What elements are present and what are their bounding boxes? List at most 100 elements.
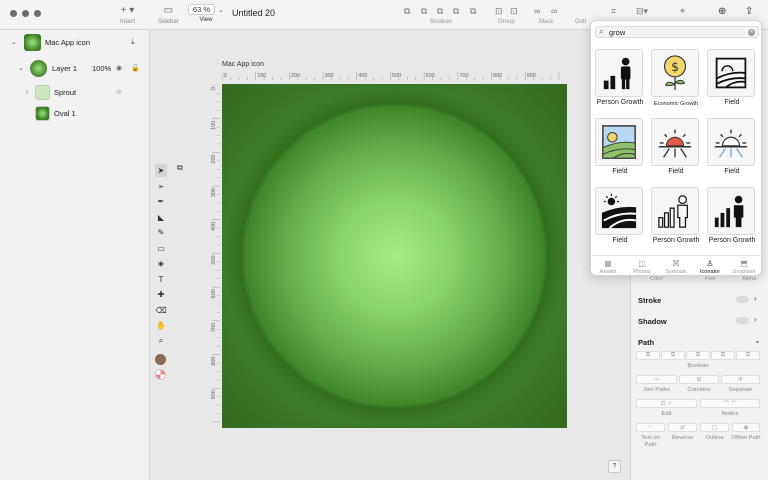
knife-tool-icon[interactable]: ✚ <box>155 288 167 301</box>
ruler-label: 400 <box>211 222 217 231</box>
mask-icon[interactable]: ∞ <box>534 6 540 16</box>
select-tool-icon[interactable]: ➤ <box>155 164 167 177</box>
layer-row-layer1[interactable]: ⌄ Layer 1 100% ◉ 🔓 <box>0 58 150 78</box>
separate-button[interactable]: ✣ <box>721 375 760 384</box>
chevron-right-icon[interactable]: › <box>754 315 757 324</box>
clear-search-icon[interactable]: ✕ <box>748 29 755 36</box>
tab-iconator[interactable]: ♙ Iconator <box>694 259 726 275</box>
icon-result[interactable]: Field <box>595 118 645 178</box>
icon-result[interactable]: Field <box>707 49 757 109</box>
flatten-button[interactable]: ⧉ <box>736 351 760 360</box>
text-on-path-button[interactable]: ⌢ <box>636 423 665 432</box>
subtract-icon[interactable]: ⧉ <box>437 6 443 17</box>
difference-icon[interactable]: ⧉ <box>470 6 476 17</box>
rectangle-tool-icon[interactable]: ▭ <box>155 242 167 255</box>
sidebar-toggle-button[interactable]: ▭ Sidebar <box>158 5 179 26</box>
tab-photos[interactable]: ◫ Photos <box>626 259 658 275</box>
stroke-toggle[interactable] <box>736 296 749 303</box>
direct-select-tool-icon[interactable]: ➢ <box>155 180 167 193</box>
combine-button[interactable]: ⊞ <box>679 375 719 384</box>
layer-row-artboard[interactable]: ⌄ Mac App icon ⤓ <box>0 32 150 52</box>
zoom-value[interactable]: 63 % <box>188 4 216 15</box>
intersect-button[interactable]: ⧉ <box>686 351 710 360</box>
join-paths-button[interactable]: ⊸ <box>636 375 677 384</box>
tab-symbols[interactable]: ⌘ Symbols <box>660 259 692 275</box>
nodes-button[interactable]: ⌒ ⌒ <box>700 399 760 408</box>
icon-result[interactable]: $ Economic Growth <box>651 49 701 109</box>
layer-row-sprout[interactable]: › Sprout ⊘ <box>0 82 150 102</box>
icon-result[interactable]: Field <box>651 118 701 178</box>
pen-tool-icon[interactable]: ✒ <box>155 195 167 208</box>
artboard-title[interactable]: Mac App icon <box>222 61 264 68</box>
icon-result[interactable]: Field <box>595 187 645 247</box>
unmask-icon[interactable]: ∞ <box>551 6 557 16</box>
pin-icon[interactable]: ⌖ <box>680 6 685 17</box>
camera-icon: ◫ <box>638 259 646 268</box>
ruler-label: 500 <box>392 73 401 79</box>
iconator-popover: ⌕ ✕ Person Growth $ E <box>590 20 763 276</box>
vector-tool-icon[interactable]: ◣ <box>155 211 167 224</box>
chevron-down-icon[interactable]: ⌄ <box>11 38 17 46</box>
zoom-control[interactable]: 63 % ⌄ View <box>188 4 224 24</box>
offset-path-button[interactable]: ◉ <box>732 423 760 432</box>
outline-button[interactable]: ▢ <box>700 423 729 432</box>
shadow-toggle[interactable] <box>736 317 749 324</box>
hand-tool-icon[interactable]: ✋ <box>155 319 167 332</box>
close-window-button[interactable] <box>10 10 17 17</box>
insert-button[interactable]: + ▾ Insert <box>120 5 135 26</box>
tab-assets[interactable]: ▦ Assets <box>592 259 624 275</box>
eye-icon[interactable]: ◉ <box>116 64 122 72</box>
chevron-right-icon[interactable]: › <box>26 89 28 96</box>
ruler-label: 600 <box>426 73 435 79</box>
chevron-right-icon[interactable]: › <box>754 294 757 303</box>
intersect-icon[interactable]: ⧉ <box>453 6 459 17</box>
search-input[interactable] <box>609 28 749 37</box>
search-field[interactable]: ⌕ ✕ <box>595 26 759 38</box>
share-icon[interactable]: ⇪ <box>745 6 753 17</box>
oval-shape[interactable] <box>245 106 545 406</box>
brush-tool-icon[interactable]: ✎ <box>155 226 167 239</box>
add-plugin-icon[interactable]: ⊕ <box>718 6 726 17</box>
icon-result[interactable]: Field <box>707 118 757 178</box>
lock-icon[interactable]: 🔓 <box>131 64 140 72</box>
ruler-label: 200 <box>291 73 300 79</box>
symbols-icon: ⌘ <box>672 259 680 268</box>
minimize-window-button[interactable] <box>22 10 29 17</box>
zoom-window-button[interactable] <box>34 10 41 17</box>
eye-hidden-icon[interactable]: ⊘ <box>116 88 122 96</box>
tab-unsplash[interactable]: ⬒ Unsplash <box>728 259 760 275</box>
crop-icon[interactable]: ⌗ <box>611 6 616 17</box>
edit-button[interactable]: ⊡ ✓ <box>636 399 697 408</box>
icon-result[interactable]: Person Growth <box>651 187 701 247</box>
opacity-value[interactable]: 100% <box>92 64 111 73</box>
eraser-tool-icon[interactable]: ⌫ <box>155 304 167 317</box>
icon-result[interactable]: Person Growth <box>595 49 645 109</box>
stroke-color-swatch[interactable] <box>155 353 166 365</box>
layer-row-oval[interactable]: Oval 1 <box>0 103 150 123</box>
subtract-button[interactable]: ⧉ <box>661 351 685 360</box>
ungroup-icon[interactable]: ⊡ <box>510 6 518 17</box>
chevron-down-icon[interactable]: ⌄ <box>18 64 24 72</box>
duplicate-icon[interactable]: ⧉ <box>177 163 183 173</box>
ruler-label: 0 <box>211 87 217 90</box>
fill-color-swatch[interactable] <box>155 368 166 380</box>
help-button[interactable]: ? <box>608 460 621 473</box>
chevron-down-icon[interactable]: ⌄ <box>754 336 761 345</box>
ruler-label: 300 <box>325 73 334 79</box>
layer-thumbnail <box>30 59 47 77</box>
export-options-icon[interactable]: ⊟▾ <box>636 6 648 17</box>
text-tool-icon[interactable]: T <box>155 273 167 286</box>
person-growth-solid-icon <box>707 187 755 235</box>
group-icon[interactable]: ⊡ <box>495 6 503 17</box>
layers-sidebar: ⌄ Mac App icon ⤓ ⌄ Layer 1 100% ◉ 🔓 › Sp… <box>0 30 150 480</box>
align-icon[interactable]: ⧉ <box>404 6 410 17</box>
fill-tool-icon[interactable]: ◈ <box>155 257 167 270</box>
reverse-button[interactable]: ⇄ <box>668 423 697 432</box>
union-button[interactable]: ⧉ <box>636 351 660 360</box>
horizontal-ruler: 01002003004005006007008009001024 <box>222 72 560 80</box>
difference-button[interactable]: ⧉ <box>711 351 735 360</box>
pin-icon[interactable]: ⤓ <box>131 37 135 47</box>
zoom-tool-icon[interactable]: ⌕ <box>155 335 167 348</box>
icon-result[interactable]: Person Growth <box>707 187 757 247</box>
union-icon[interactable]: ⧉ <box>421 6 427 17</box>
